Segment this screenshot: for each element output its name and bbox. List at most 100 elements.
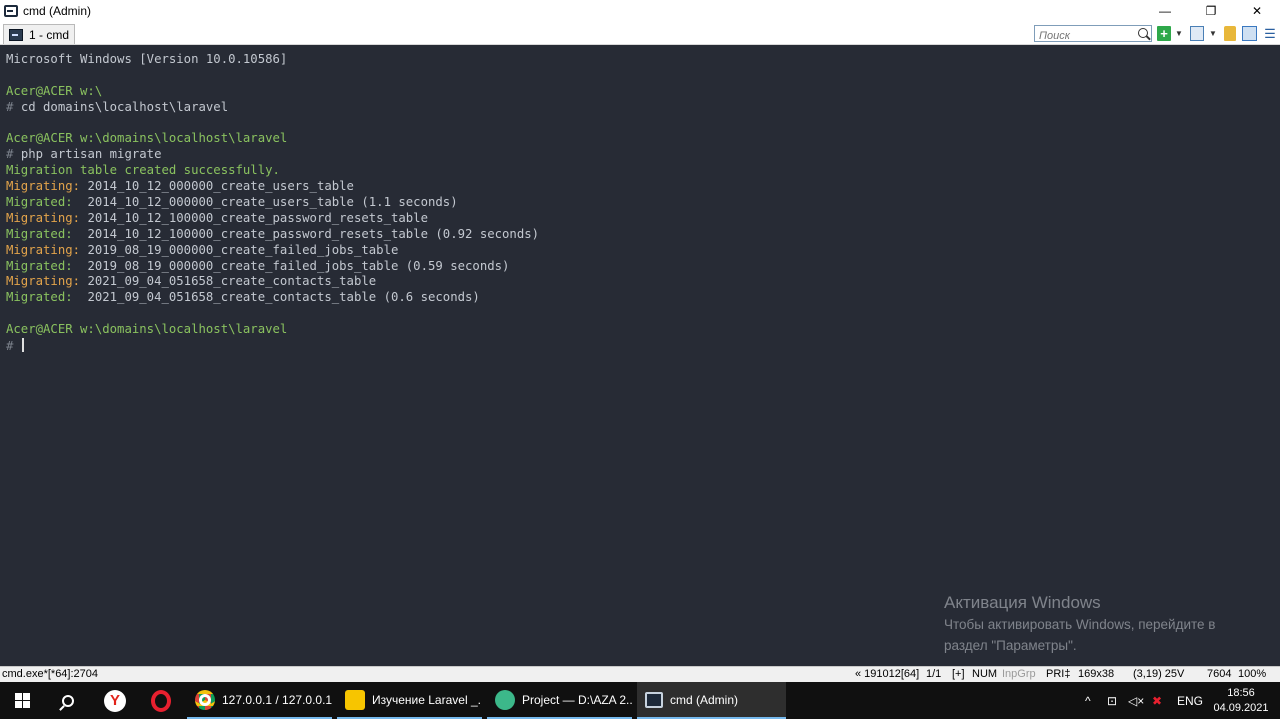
tab-bar: 1 - cmd + ▼ ▼ ☰ (0, 22, 1280, 45)
watermark-line-2: раздел "Параметры". (944, 638, 1077, 653)
console-line: Migration table created successfully. (6, 163, 539, 179)
search-icon[interactable] (1138, 28, 1148, 38)
screen: cmd (Admin) — ❐ ✕ 1 - cmd + ▼ ▼ ☰ Micros… (0, 0, 1280, 719)
console-text: # (6, 147, 21, 162)
search-box[interactable] (1034, 25, 1152, 44)
status-cursor-pos[interactable]: (3,19) 25V (1133, 668, 1184, 680)
window-controls: — ❐ ✕ (1142, 0, 1280, 22)
clock[interactable]: 18:56 04.09.2021 (1212, 682, 1270, 719)
status-build[interactable]: « 191012[64] (855, 668, 919, 680)
console-line: Microsoft Windows [Version 10.0.10586] (6, 52, 539, 68)
status-inpgrp[interactable]: InpGrp (1002, 668, 1036, 680)
status-pages[interactable]: 1/1 (926, 668, 941, 680)
activation-watermark: Активация Windows Чтобы активировать Win… (944, 593, 1215, 655)
new-console-dropdown-icon[interactable]: ▼ (1174, 26, 1184, 41)
text-cursor (21, 338, 24, 353)
console-text: 2014_10_12_100000_create_password_resets… (87, 210, 428, 225)
console-text: 2019_08_19_000000_create_failed_jobs_tab… (87, 242, 399, 257)
restore-button[interactable]: ❐ (1188, 0, 1234, 22)
console-line: Migrating: 2019_08_19_000000_create_fail… (6, 243, 539, 259)
console-text: Migrating: (6, 242, 88, 257)
status-pid[interactable]: 7604 (1207, 668, 1231, 680)
chrome-icon (195, 689, 215, 710)
task-cmd[interactable]: cmd (Admin) (637, 682, 786, 719)
windows-logo-icon (14, 693, 30, 708)
console-line: Migrating: 2014_10_12_000000_create_user… (6, 179, 539, 195)
console-text: cd domains\localhost\laravel (20, 99, 229, 114)
console-text: Acer@ACER w:\domains\localhost\laravel (6, 131, 288, 146)
split-view-icon[interactable] (1190, 26, 1204, 41)
battery-warning-icon[interactable]: ✖ (1152, 682, 1162, 719)
watermark-line-1: Чтобы активировать Windows, перейдите в (944, 617, 1216, 632)
tray-overflow-chevron-icon[interactable]: ^ (1085, 682, 1091, 719)
yandex-browser-button[interactable]: Y (98, 682, 132, 719)
start-button[interactable] (0, 682, 44, 719)
language-indicator[interactable]: ENG (1177, 682, 1203, 719)
console-text: 2014_10_12_000000_create_users_table (87, 179, 354, 194)
lock-icon[interactable] (1224, 26, 1236, 41)
task-label: 127.0.0.1 / 127.0.0.1... (222, 692, 332, 707)
console-text: Migrated: (6, 290, 88, 305)
console-line: Migrated: 2014_10_12_000000_create_users… (6, 195, 539, 211)
console-line: # php artisan migrate (6, 147, 539, 163)
tab-cmd[interactable]: 1 - cmd (3, 24, 75, 44)
console-text: 2014_10_12_100000_create_password_resets… (87, 226, 540, 241)
console-text: Migrated: (6, 258, 88, 273)
console-line: Migrated: 2019_08_19_000000_create_faile… (6, 259, 539, 275)
task-label: Изучение Laravel _... (372, 692, 482, 707)
task-project-editor[interactable]: Project — D:\AZA 2... (487, 682, 632, 719)
clock-time: 18:56 (1227, 686, 1255, 699)
status-num[interactable]: NUM (972, 668, 997, 680)
network-icon[interactable]: ⊡ (1107, 682, 1117, 719)
console-text: 2021_09_04_051658_create_contacts_table (87, 274, 377, 289)
console-line: Migrating: 2014_10_12_100000_create_pass… (6, 211, 539, 227)
console-text: 2014_10_12_000000_create_users_table (1.… (87, 195, 458, 210)
split-dropdown-icon[interactable]: ▼ (1208, 26, 1218, 41)
taskbar-search-button[interactable] (48, 682, 88, 719)
status-zoom[interactable]: 100% (1238, 668, 1266, 680)
tab-label: 1 - cmd (29, 27, 70, 42)
close-button[interactable]: ✕ (1234, 0, 1280, 22)
console-line: Acer@ACER w:\domains\localhost\laravel (6, 322, 539, 338)
search-input[interactable] (1035, 28, 1133, 44)
console-icon (645, 691, 663, 708)
console-line: Acer@ACER w:\ (6, 84, 539, 100)
volume-muted-icon[interactable]: ◁× (1128, 682, 1144, 719)
console-text: Acer@ACER w:\domains\localhost\laravel (6, 322, 288, 337)
status-plus[interactable]: [+] (952, 668, 965, 680)
task-video-player[interactable]: Изучение Laravel _... (337, 682, 482, 719)
status-bar: cmd.exe*[*64]:2704 « 191012[64] 1/1 [+] … (0, 666, 1280, 682)
console-text: Migrating: (6, 274, 88, 289)
status-priority[interactable]: PRI‡ (1046, 668, 1070, 680)
clock-date: 04.09.2021 (1213, 701, 1269, 714)
watermark-title: Активация Windows (944, 593, 1101, 612)
status-size[interactable]: 169x38 (1078, 668, 1114, 680)
opera-browser-button[interactable] (144, 682, 178, 719)
console-text: Microsoft Windows [Version 10.0.10586] (6, 52, 288, 66)
console-text: 2021_09_04_051658_create_contacts_table … (87, 290, 480, 305)
console-app-icon[interactable] (4, 5, 18, 17)
console-text: Migration table created successfully. (6, 163, 280, 178)
editor-icon (495, 689, 515, 710)
console-output[interactable]: Microsoft Windows [Version 10.0.10586] Ac… (0, 46, 1280, 666)
console-line: # (6, 338, 539, 354)
task-label: cmd (Admin) (670, 692, 739, 707)
new-console-button[interactable]: + (1157, 26, 1171, 41)
status-process[interactable]: cmd.exe*[*64]:2704 (2, 668, 98, 680)
console-text: Migrated: (6, 195, 88, 210)
minimize-button[interactable]: — (1142, 0, 1188, 22)
hamburger-menu-icon[interactable]: ☰ (1263, 26, 1277, 41)
console-lines: Microsoft Windows [Version 10.0.10586] Ac… (6, 52, 539, 354)
console-text: php artisan migrate (20, 147, 162, 162)
panel-view-icon[interactable] (1242, 26, 1257, 41)
window-title: cmd (Admin) (23, 4, 92, 18)
console-text: Acer@ACER w:\ (6, 83, 103, 98)
console-text: # (6, 339, 21, 354)
console-line: Migrating: 2021_09_04_051658_create_cont… (6, 274, 539, 290)
console-text: # (6, 99, 21, 114)
console-text: Migrated: (6, 226, 88, 241)
yandex-icon: Y (104, 689, 126, 712)
task-chrome[interactable]: 127.0.0.1 / 127.0.0.1... (187, 682, 332, 719)
taskbar: Y 127.0.0.1 / 127.0.0.1... Изучение Lara… (0, 682, 1280, 719)
